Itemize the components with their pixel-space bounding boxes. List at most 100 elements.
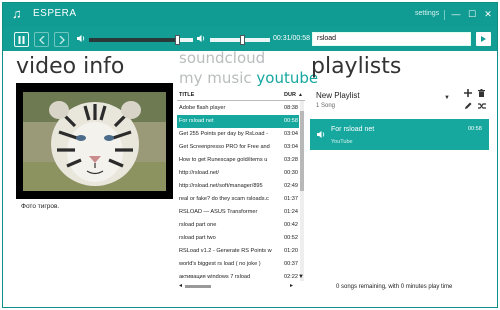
youtube-play-button[interactable] bbox=[476, 32, 491, 46]
volume-handle[interactable] bbox=[175, 35, 181, 45]
row-duration: 00:52 bbox=[284, 235, 298, 241]
video-info-heading: video info bbox=[16, 54, 125, 79]
table-row[interactable]: For rsload net 00:58 bbox=[177, 115, 299, 128]
playlist-song-count: 1 Song bbox=[316, 103, 336, 109]
tab-soundcloud[interactable]: soundcloud bbox=[179, 49, 265, 67]
table-row[interactable]: http://rsload.net/00:30 bbox=[177, 167, 299, 180]
table-header: TITLE DUR ▲ bbox=[177, 90, 305, 101]
maximize-button[interactable]: ☐ bbox=[465, 8, 479, 20]
scroll-down-icon[interactable]: ▼ bbox=[298, 274, 304, 280]
playlist-item-title: For rsload net bbox=[331, 126, 375, 133]
volume-low-icon bbox=[77, 35, 85, 42]
row-duration: 00:42 bbox=[284, 222, 298, 228]
row-title: http://rsload.net/ bbox=[179, 170, 220, 176]
row-title: How to get Runescape gold/items u bbox=[179, 157, 268, 163]
play-icon bbox=[481, 36, 486, 42]
row-title: Adobe flash player bbox=[179, 105, 226, 111]
row-duration: 02:49 bbox=[284, 183, 298, 189]
trash-icon[interactable] bbox=[478, 89, 485, 97]
table-row[interactable]: rsload part one 00:42 bbox=[177, 219, 299, 232]
tab-my-music[interactable]: my music bbox=[179, 69, 252, 87]
pause-button[interactable] bbox=[14, 32, 29, 47]
minimize-button[interactable]: — bbox=[449, 8, 463, 20]
table-row[interactable]: http://rsload.net/soft/manager/895 02:49 bbox=[177, 180, 299, 193]
scroll-left-icon[interactable]: ◂ bbox=[179, 282, 182, 289]
next-button[interactable] bbox=[54, 32, 69, 47]
playlist-item[interactable]: For rsload net YouTube 00:58 bbox=[310, 119, 489, 150]
edit-pencil-icon[interactable] bbox=[464, 102, 472, 110]
row-duration: 01:24 bbox=[284, 209, 298, 215]
seek-slider[interactable] bbox=[210, 35, 270, 45]
table-row[interactable]: RSLOAD — ASUS Transformer 01:24 bbox=[177, 206, 299, 219]
app-title: ESPERA bbox=[33, 8, 77, 19]
row-title: rsload part two bbox=[179, 235, 216, 241]
table-row[interactable]: Adobe flash player 08:38 bbox=[177, 102, 299, 115]
duration-column-header[interactable]: DUR bbox=[284, 92, 296, 98]
scrollbar-thumb[interactable] bbox=[300, 111, 304, 191]
volume-slider[interactable] bbox=[89, 35, 193, 45]
table-row[interactable]: world's biggest rs load ( no joke ) 00:37 bbox=[177, 258, 299, 271]
table-row[interactable]: How to get Runescape gold/items u 03:28 bbox=[177, 154, 299, 167]
vertical-scrollbar[interactable] bbox=[300, 101, 304, 281]
playlist-item-duration: 00:58 bbox=[468, 126, 482, 132]
playlist-item-source: YouTube bbox=[331, 139, 353, 145]
row-title: RSLoad v1.2 - Generate RS Points w bbox=[179, 248, 272, 254]
music-note-icon: ♫ bbox=[12, 6, 22, 21]
row-title: world's biggest rs load ( no joke ) bbox=[179, 261, 261, 267]
row-title: Get 255 Points per day by RsLoad - bbox=[179, 131, 268, 137]
video-player[interactable] bbox=[16, 83, 173, 199]
chevron-right-icon bbox=[59, 35, 65, 45]
playlist-name: New Playlist bbox=[316, 91, 360, 100]
row-duration: 03:04 bbox=[284, 144, 298, 150]
search-results-table: TITLE DUR ▲ Adobe flash player 08:38 For r… bbox=[177, 90, 305, 293]
seek-handle[interactable] bbox=[239, 35, 245, 45]
table-row[interactable]: RSLoad v1.2 - Generate RS Points w 01:20 bbox=[177, 245, 299, 258]
now-playing-speaker-icon bbox=[317, 131, 325, 138]
row-duration: 01:20 bbox=[284, 248, 298, 254]
row-duration: 03:04 bbox=[284, 131, 298, 137]
table-row[interactable]: Get Screenpresso PRO for Free and 03:04 bbox=[177, 141, 299, 154]
pause-icon bbox=[18, 36, 25, 44]
row-duration: 00:30 bbox=[284, 170, 298, 176]
row-duration: 00:37 bbox=[284, 261, 298, 267]
playlist-dropdown-icon[interactable]: ▼ bbox=[444, 95, 450, 101]
volume-high-icon bbox=[197, 35, 205, 42]
title-column-header[interactable]: TITLE bbox=[179, 92, 194, 98]
scroll-right-icon[interactable]: ▸ bbox=[290, 282, 293, 289]
tiger-thumbnail-image bbox=[23, 92, 166, 191]
search-input[interactable]: rsload bbox=[312, 32, 471, 46]
close-button[interactable]: ✕ bbox=[481, 8, 495, 20]
row-duration: 03:28 bbox=[284, 157, 298, 163]
row-duration: 08:38 bbox=[284, 105, 298, 111]
row-title: активация windows 7 rsload bbox=[179, 274, 251, 280]
tab-youtube[interactable]: youtube bbox=[256, 69, 318, 87]
shuffle-icon[interactable] bbox=[478, 102, 486, 110]
row-title: Get Screenpresso PRO for Free and bbox=[179, 144, 270, 150]
title-separator bbox=[444, 10, 445, 20]
video-description: Фото тигров. bbox=[21, 203, 60, 210]
volume-fill bbox=[89, 38, 178, 42]
player-toolbar: 00:31/00:58 rsload bbox=[3, 27, 497, 51]
row-title: RSLOAD — ASUS Transformer bbox=[179, 209, 258, 215]
horizontal-scrollbar[interactable]: ◂ ▸ bbox=[177, 283, 299, 289]
row-title: real or fake? do they scam rsloads.c bbox=[179, 196, 269, 202]
playlists-heading: playlists bbox=[311, 54, 402, 79]
table-row[interactable]: real or fake? do they scam rsloads.c 01:3… bbox=[177, 193, 299, 206]
table-row[interactable]: Get 255 Points per day by RsLoad - 03:04 bbox=[177, 128, 299, 141]
seek-fill bbox=[210, 38, 242, 42]
hscrollbar-thumb[interactable] bbox=[185, 285, 211, 288]
row-title: For rsload net bbox=[179, 118, 214, 124]
add-playlist-icon[interactable] bbox=[464, 89, 472, 97]
row-duration: 01:37 bbox=[284, 196, 298, 202]
row-title: rsload part one bbox=[179, 222, 217, 228]
previous-button[interactable] bbox=[34, 32, 49, 47]
row-duration: 00:58 bbox=[284, 118, 298, 124]
app-window: ♫ ESPERA settings — ☐ ✕ 00:31/00:58 rslo… bbox=[2, 2, 498, 308]
settings-link[interactable]: settings bbox=[415, 10, 439, 17]
sort-up-icon: ▲ bbox=[298, 92, 303, 98]
title-bar: ♫ ESPERA settings — ☐ ✕ bbox=[3, 3, 497, 27]
row-duration: 02:22 bbox=[284, 274, 298, 280]
chevron-left-icon bbox=[38, 35, 44, 45]
time-readout: 00:31/00:58 bbox=[273, 35, 310, 42]
table-row[interactable]: rsload part two 00:52 bbox=[177, 232, 299, 245]
